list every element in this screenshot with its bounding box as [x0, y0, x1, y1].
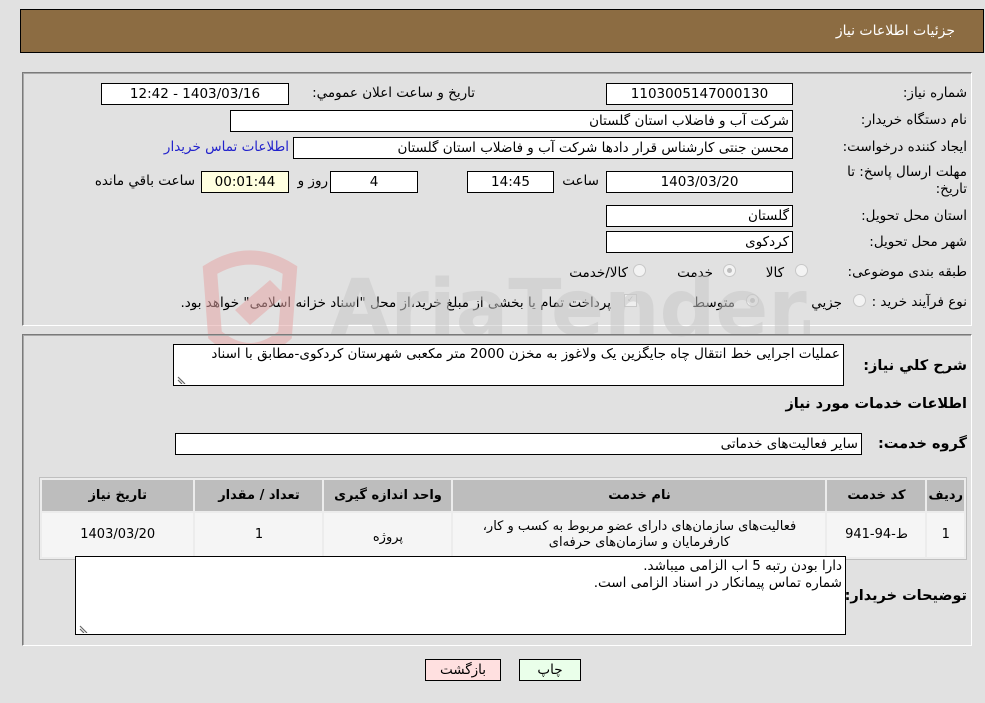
- process-option-minor: جزيي: [811, 295, 842, 311]
- table-header-row: ردیف کد خدمت نام خدمت واحد اندازه گیری ت…: [42, 480, 964, 511]
- description-text: عملیات اجرایی خط انتقال چاه جایگزین یک و…: [211, 346, 840, 362]
- cell-row-number: 1: [927, 513, 964, 557]
- process-label: نوع فرآیند خرید :: [871, 294, 967, 310]
- process-radio-minor[interactable]: [853, 294, 866, 307]
- remaining-time-label: ساعت باقي مانده: [94, 173, 195, 189]
- city-label: شهر محل تحویل:: [869, 234, 967, 250]
- deadline-label: مهلت ارسال پاسخ: تا تاریخ:: [847, 164, 967, 197]
- city-field: کردکوی: [606, 231, 793, 253]
- category-option-goods: کالا: [765, 265, 784, 281]
- cell-quantity: 1: [195, 513, 323, 557]
- service-group-field: سایر فعالیت‌های خدماتی: [175, 433, 862, 455]
- category-radio-service[interactable]: [723, 264, 736, 277]
- creator-field: محسن جنتی کارشناس قرار دادها شرکت آب و ف…: [293, 137, 793, 159]
- service-group-label: گروه خدمت:: [877, 436, 967, 452]
- deadline-time-field: 14:45: [467, 171, 554, 193]
- cell-service-name: فعالیت‌های سازمان‌های دارای عضو مربوط به…: [453, 513, 826, 557]
- need-number-label: شماره نیاز:: [902, 85, 967, 101]
- col-header-unit: واحد اندازه گیری: [324, 480, 452, 511]
- back-button[interactable]: بازگشت: [425, 659, 501, 681]
- deadline-date-field: 1403/03/20: [606, 171, 793, 193]
- services-table: ردیف کد خدمت نام خدمت واحد اندازه گیری ت…: [39, 477, 967, 560]
- province-label: استان محل تحویل:: [861, 208, 967, 224]
- resize-grip-icon[interactable]: [176, 374, 186, 384]
- buyer-org-field: شرکت آب و فاضلاب استان گلستان: [230, 110, 793, 132]
- col-header-quantity: تعداد / مقدار: [195, 480, 323, 511]
- need-number-field: 1103005147000130: [606, 83, 793, 105]
- cell-unit: پروژه: [324, 513, 452, 557]
- days-remaining-field: 4: [330, 171, 418, 193]
- category-radio-goods[interactable]: [795, 264, 808, 277]
- col-header-service-name: نام خدمت: [453, 480, 826, 511]
- remaining-time-field: 00:01:44: [201, 171, 289, 193]
- deadline-time-label: ساعت: [562, 173, 599, 189]
- creator-label: ایجاد کننده درخواست:: [842, 139, 967, 155]
- buyer-notes-line-2: شماره تماس پیمانکار در اسناد الزامی است.: [593, 575, 842, 591]
- province-field: گلستان: [606, 205, 793, 227]
- buyer-notes-textarea[interactable]: دارا بودن رتبه 5 اب الزامی میباشد. شماره…: [75, 556, 846, 635]
- category-option-service: خدمت: [677, 265, 713, 281]
- buyer-contact-link[interactable]: اطلاعات تماس خریدار: [164, 139, 289, 155]
- buyer-org-label: نام دستگاه خریدار:: [860, 112, 967, 128]
- cell-need-date: 1403/03/20: [42, 513, 194, 557]
- buyer-notes-line-1: دارا بودن رتبه 5 اب الزامی میباشد.: [643, 558, 842, 574]
- category-label: طبقه بندی موضوعی:: [847, 264, 967, 280]
- page-title: جزئیات اطلاعات نیاز: [835, 23, 955, 39]
- announce-label: تاریخ و ساعت اعلان عمومي:: [312, 85, 475, 101]
- days-label: روز و: [297, 173, 328, 189]
- treasury-checkbox[interactable]: ✓: [624, 294, 637, 307]
- description-label: شرح کلي نیاز:: [863, 358, 967, 374]
- col-header-need-date: تاریخ نیاز: [42, 480, 194, 511]
- col-header-service-code: کد خدمت: [827, 480, 926, 511]
- process-option-medium: متوسط: [692, 295, 735, 311]
- treasury-note: پرداخت تمام یا بخشی از مبلغ خرید،از محل …: [180, 295, 611, 311]
- description-textarea[interactable]: عملیات اجرایی خط انتقال چاه جایگزین یک و…: [173, 344, 844, 386]
- resize-grip-icon[interactable]: [78, 623, 88, 633]
- services-heading: اطلاعات خدمات مورد نیاز: [785, 396, 967, 412]
- category-option-goods-service: کالا/خدمت: [569, 265, 628, 281]
- print-button[interactable]: چاپ: [519, 659, 581, 681]
- cell-service-code: ط-94-941: [827, 513, 926, 557]
- table-row: 1 ط-94-941 فعالیت‌های سازمان‌های دارای ع…: [42, 513, 964, 557]
- process-radio-medium[interactable]: [746, 294, 759, 307]
- category-radio-goods-service[interactable]: [633, 264, 646, 277]
- page-header: جزئیات اطلاعات نیاز: [20, 9, 984, 53]
- announce-datetime-field: 1403/03/16 - 12:42: [101, 83, 289, 105]
- buyer-notes-label: توضیحات خریدار:: [844, 588, 967, 604]
- col-header-row-number: ردیف: [927, 480, 964, 511]
